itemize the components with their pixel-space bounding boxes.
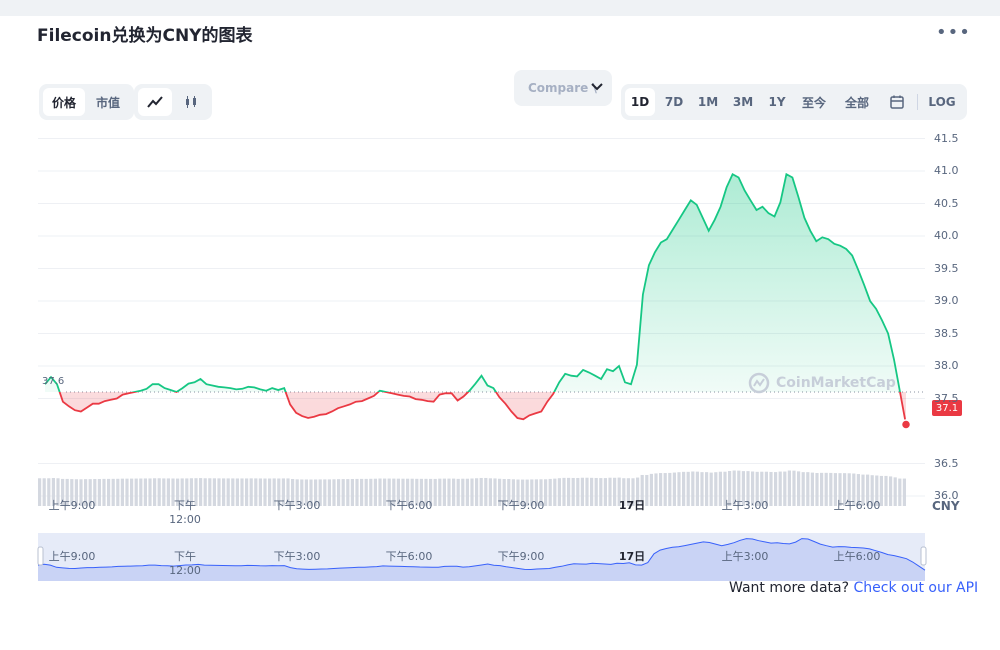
watermark-text: CoinMarketCap — [776, 375, 896, 391]
page-title: Filecoin兑换为CNY的图表 — [37, 26, 253, 46]
navigator-tick-label: 下午9:00 — [497, 550, 545, 563]
y-tick-label: 40.5 — [934, 196, 959, 210]
candlestick-icon[interactable] — [174, 88, 208, 116]
x-tick-label: 上午9:00 — [48, 499, 96, 512]
navigator-tick-label: 上午9:00 — [48, 550, 96, 563]
y-tick-label: 41.0 — [934, 164, 959, 177]
navigator-tick-label: 上午3:00 — [721, 550, 769, 563]
log-toggle[interactable]: LOG — [923, 88, 961, 116]
market-cap-tab[interactable]: 市值 — [87, 88, 129, 116]
compare-dropdown[interactable]: Compare \ — [514, 70, 612, 106]
y-tick-label: 37.5 — [934, 391, 959, 405]
api-promo: Want more data? Check out our API — [729, 580, 978, 596]
chevron-down-icon — [591, 83, 603, 91]
range-1m[interactable]: 1M — [693, 88, 723, 116]
y-tick-label: 38.5 — [934, 326, 959, 340]
y-tick-label: 39.5 — [934, 261, 959, 275]
y-tick-label: 36.5 — [934, 456, 959, 470]
chart-type-toggle — [134, 84, 212, 120]
y-tick-label: 38.0 — [934, 359, 959, 372]
x-tick-label: 下午9:00 — [497, 499, 545, 512]
x-tick-label: 上午3:00 — [721, 499, 769, 512]
api-text: Want more data? — [729, 580, 850, 596]
range-1d[interactable]: 1D — [625, 88, 655, 116]
navigator-tick-label: 下午6:00 — [385, 550, 433, 563]
api-link[interactable]: Check out our API — [853, 580, 978, 596]
range-ytd[interactable]: 至今 — [797, 88, 831, 116]
x-tick-label: 下午12:00 — [169, 499, 201, 526]
range-toggle: 1D 7D 1M 3M 1Y 至今 全部 LOG — [621, 84, 967, 120]
navigator-tick-label: 上午6:00 — [833, 550, 881, 563]
y-tick-label: 41.5 — [934, 131, 959, 145]
reference-price-label: 37.6 — [42, 376, 65, 387]
navigator-tick-label: 下午3:00 — [273, 550, 321, 563]
watermark: CoinMarketCap — [748, 372, 896, 394]
x-tick-label: 17日 — [618, 499, 646, 512]
range-divider — [917, 94, 918, 110]
x-tick-label: 下午6:00 — [385, 499, 433, 512]
calendar-icon[interactable] — [883, 88, 911, 116]
range-1y[interactable]: 1Y — [762, 88, 792, 116]
coinmarketcap-logo-icon — [748, 372, 770, 394]
price-tab[interactable]: 价格 — [43, 88, 85, 116]
line-chart-icon[interactable] — [138, 88, 172, 116]
compare-label: Compare \ — [528, 81, 597, 95]
metric-toggle: 价格 市值 — [39, 84, 134, 120]
range-3m[interactable]: 3M — [728, 88, 758, 116]
navigator-tick-label: 17日 — [618, 550, 646, 563]
y-tick-label: 39.0 — [934, 294, 959, 307]
range-all[interactable]: 全部 — [837, 88, 877, 116]
more-icon[interactable]: ••• — [936, 24, 971, 42]
range-7d[interactable]: 7D — [659, 88, 689, 116]
navigator-tick-label: 下午12:00 — [169, 550, 201, 577]
x-tick-label: 下午3:00 — [273, 499, 321, 512]
x-tick-label: 上午6:00 — [833, 499, 881, 512]
y-tick-label: 36.0 — [934, 489, 959, 502]
y-tick-label: 40.0 — [934, 229, 959, 242]
